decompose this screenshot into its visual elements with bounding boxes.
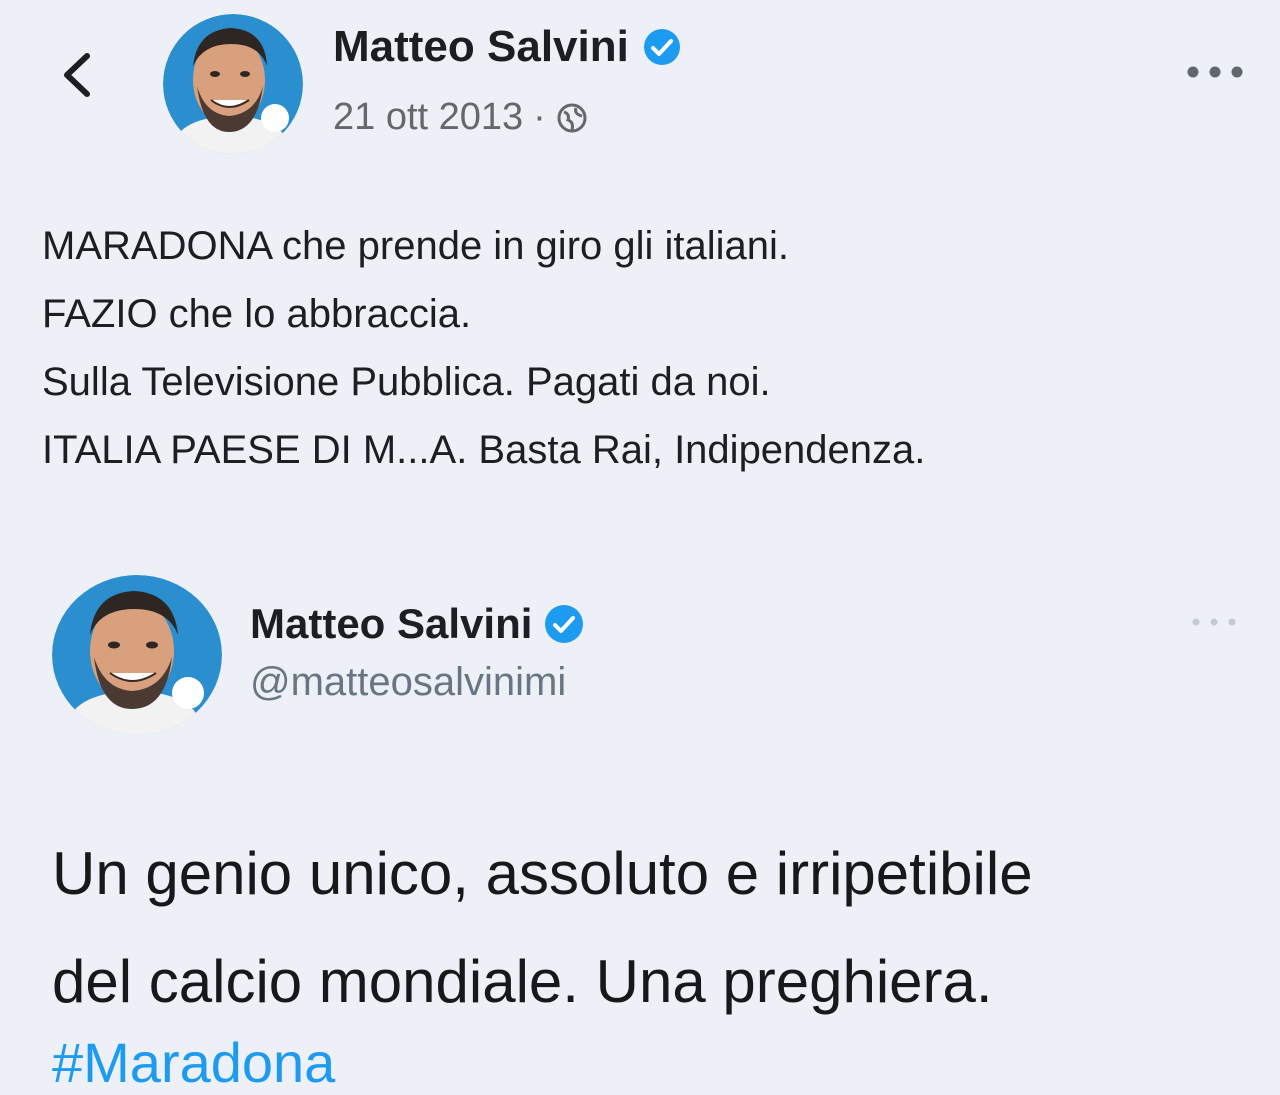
verified-badge-icon: [643, 29, 680, 65]
post-text-line: MARADONA che prende in giro gli italiani…: [42, 224, 790, 268]
profile-photo: [163, 14, 303, 154]
meta-separator: ·: [533, 96, 546, 138]
author-name-row: Matteo Salvini: [333, 22, 681, 72]
chevron-left-icon: [64, 53, 90, 97]
tweet-text: Un genio unico, assoluto e irripetibile …: [52, 820, 1033, 1036]
tweet-author-name[interactable]: Matteo Salvini: [250, 600, 532, 648]
author-name[interactable]: Matteo Salvini: [333, 22, 629, 72]
tweet-handle[interactable]: @matteosalvinimi: [250, 660, 566, 705]
more-horizontal-icon: [1192, 618, 1236, 626]
back-button[interactable]: [55, 40, 105, 110]
post-meta: 21 ott 2013 ·: [333, 96, 588, 139]
tweet-author-name-row: Matteo Salvini: [250, 600, 584, 648]
tweet-more-options-button[interactable]: [1188, 612, 1240, 632]
avatar[interactable]: [163, 14, 303, 154]
tweet-text-line: del calcio mondiale. Una preghiera.: [52, 948, 993, 1015]
post-text-line: FAZIO che lo abbraccia.: [42, 292, 472, 336]
more-options-button[interactable]: [1185, 60, 1245, 84]
post-date[interactable]: 21 ott 2013: [333, 96, 523, 139]
verified-badge-icon: [545, 605, 584, 643]
tweet-text-line: Un genio unico, assoluto e irripetibile: [52, 840, 1033, 907]
post-text-line: ITALIA PAESE DI M...A. Basta Rai, Indipe…: [42, 428, 926, 472]
tweet-hashtag-link[interactable]: #Maradona: [52, 1030, 335, 1095]
post-text-line: Sulla Televisione Pubblica. Pagati da no…: [42, 360, 771, 404]
globe-icon: [557, 103, 587, 132]
profile-photo: [52, 575, 222, 735]
more-horizontal-icon: [1187, 66, 1243, 78]
post-text: MARADONA che prende in giro gli italiani…: [42, 212, 925, 484]
tweet-avatar[interactable]: [52, 575, 222, 735]
